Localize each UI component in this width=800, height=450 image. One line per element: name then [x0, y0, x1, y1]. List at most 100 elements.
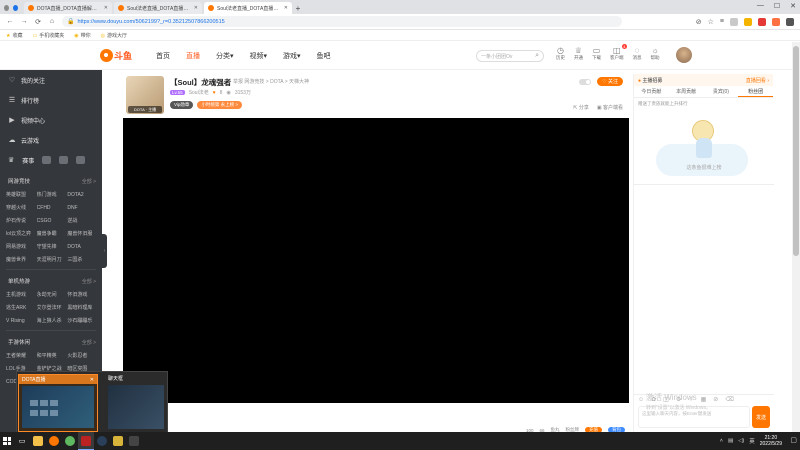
ime-indicator[interactable]: 英 [749, 437, 755, 445]
event-logo-icon[interactable] [59, 156, 69, 164]
taskbar-app[interactable] [62, 432, 78, 450]
reload-icon[interactable]: ⟳ [34, 18, 42, 26]
download-button[interactable]: ▭ 下载 [592, 46, 601, 61]
back-icon[interactable]: ← [6, 18, 14, 25]
hour-rank-badge[interactable]: 小时榜第 永上榜 > [197, 101, 243, 109]
vip-button[interactable]: ♕ 开通 [574, 46, 583, 61]
bookmark-star-icon[interactable]: ☆ [708, 18, 714, 26]
category-item[interactable]: 黑暗料理库 [67, 301, 98, 314]
category-item[interactable]: 网易游戏 [6, 240, 37, 253]
category-item[interactable]: 逆战 [67, 214, 98, 227]
category-item[interactable]: lol云顶之弈 [6, 227, 37, 240]
category-item[interactable]: 守望先锋 [37, 240, 68, 253]
category-item[interactable]: 艾尔登法环 [37, 301, 68, 314]
close-tab-icon[interactable]: ✕ [194, 5, 198, 11]
bookmark-item[interactable]: ▭ 手机收藏夹 [33, 32, 65, 39]
category-item[interactable]: DNF [67, 201, 98, 214]
tab-week[interactable]: 本周贡献 [669, 86, 704, 97]
category-item[interactable]: 魔兽争霸 [37, 227, 68, 240]
event-logo-icon[interactable] [76, 156, 86, 164]
browser-logo-icon[interactable] [13, 5, 18, 11]
help-button[interactable]: ☼ 帮助 [651, 46, 660, 61]
bookmark-item[interactable]: ★ 收藏 [6, 32, 23, 39]
url-input[interactable]: 🔒 https://www.douyu.com/5062199?_r=0.352… [62, 16, 622, 27]
category-item[interactable]: DOTA2 [67, 188, 98, 201]
category-item[interactable]: CSGO [37, 214, 68, 227]
taskbar-app[interactable] [126, 432, 142, 450]
replay-link[interactable]: 直播回看 › [746, 77, 769, 84]
nav-category[interactable]: 分类▾ [216, 51, 234, 61]
task-view-button[interactable]: ▭ [14, 432, 30, 450]
message-button[interactable]: ◌ 消息 [633, 46, 642, 61]
nav-games[interactable]: 游戏▾ [283, 51, 301, 61]
category-item[interactable]: 主机游戏 [6, 288, 37, 301]
user-avatar[interactable] [676, 47, 692, 63]
page-scrollbar[interactable] [792, 42, 800, 432]
network-icon[interactable]: ▤ [728, 438, 733, 444]
taskbar-app[interactable] [110, 432, 126, 450]
send-button[interactable]: 发送 [752, 406, 770, 428]
category-item[interactable]: 海上狼人杀 [37, 314, 68, 327]
category-item[interactable]: 王者荣耀 [6, 349, 37, 362]
chevron-up-icon[interactable]: ˄ [720, 438, 723, 444]
extension-icon[interactable] [772, 17, 780, 26]
home-icon[interactable]: ⌂ [48, 18, 56, 25]
new-tab-icon[interactable]: + [292, 2, 304, 14]
report-link[interactable]: 举报 网游竞技 > DOTA > 天梯大神 [233, 78, 309, 85]
profile-icon[interactable] [4, 5, 9, 11]
clock[interactable]: 21:20 2022/5/29 [760, 435, 782, 447]
thumbnail-window[interactable]: 聊天框 [105, 374, 167, 432]
thumbnail-window[interactable]: DOTA直播 ✕ [18, 374, 98, 432]
sidebar-collapse-handle[interactable]: ‹ [102, 234, 107, 268]
taskbar-app[interactable] [46, 432, 62, 450]
streamer-name[interactable]: Soul法老 [189, 89, 209, 96]
tab-vip[interactable]: 贵宾(0) [704, 86, 739, 97]
taskbar-app[interactable] [30, 432, 46, 450]
browser-tab-active[interactable]: Soul法老直播_DOTA直播_斗 ✕ [204, 2, 292, 14]
start-button[interactable] [0, 432, 14, 450]
close-tab-icon[interactable]: ✕ [284, 5, 288, 11]
category-item[interactable]: 天涯明月刀 [37, 253, 68, 266]
video-player[interactable] [123, 118, 629, 403]
category-item[interactable]: 沙石蹦蹦乐 [67, 314, 98, 327]
sidebar-item-video[interactable]: ▶ 视频中心 [0, 110, 102, 130]
douyu-logo[interactable]: 斗鱼 [100, 47, 138, 65]
extension-icon[interactable] [786, 17, 794, 26]
category-item[interactable]: 火影忍者 [67, 349, 98, 362]
nav-live[interactable]: 直播 [186, 51, 200, 61]
close-tab-icon[interactable]: ✕ [104, 5, 108, 11]
extension-icon[interactable] [744, 17, 752, 26]
tab-fans[interactable]: 粉丝团 [738, 86, 773, 97]
extension-icon[interactable] [758, 17, 766, 26]
more-link[interactable]: 全部 > [82, 278, 96, 285]
bookmark-item[interactable]: ◉ 带你 [74, 32, 90, 39]
search-icon[interactable]: ⌕ [535, 52, 539, 60]
category-item[interactable]: 三国杀 [67, 253, 98, 266]
category-item[interactable]: V Rising [6, 314, 37, 327]
notification-icon[interactable]: ▢ [790, 436, 797, 444]
mute-icon[interactable]: ⊘ [713, 396, 718, 403]
sidebar-item-events[interactable]: ♛ 赛事 [0, 150, 102, 170]
category-item[interactable]: 热门游戏 [37, 188, 68, 201]
bookmark-item[interactable]: ◎ 游戏大厅 [101, 32, 127, 39]
nav-fishbar[interactable]: 鱼吧 [317, 51, 331, 61]
more-link[interactable]: 全部 > [82, 339, 96, 346]
sidebar-item-follow[interactable]: ♡ 我的关注 [0, 70, 102, 90]
category-item[interactable]: CFHD [37, 201, 68, 214]
category-item[interactable]: 逃生ARK [6, 301, 37, 314]
notify-toggle[interactable] [579, 78, 592, 85]
extension-icon[interactable] [730, 17, 738, 26]
minimize-icon[interactable]: — [757, 2, 764, 10]
menu-icon[interactable]: ≡ [720, 18, 724, 26]
vip-badge[interactable]: Vip勋章 [170, 101, 194, 109]
category-item[interactable]: 永劫无间 [37, 288, 68, 301]
scrollbar-thumb[interactable] [793, 46, 799, 256]
maximize-icon[interactable]: ☐ [774, 2, 780, 10]
taskbar-app-active[interactable] [78, 432, 94, 450]
tab-today[interactable]: 今日贡献 [634, 86, 669, 97]
share-button[interactable]: ⇱ 分享 [573, 104, 589, 111]
nav-home[interactable]: 首页 [156, 51, 170, 61]
category-item[interactable]: 魔兽怀旧服 [67, 227, 98, 240]
share-icon[interactable]: ⊘ [696, 18, 702, 26]
category-item[interactable]: 怀旧游戏 [67, 288, 98, 301]
